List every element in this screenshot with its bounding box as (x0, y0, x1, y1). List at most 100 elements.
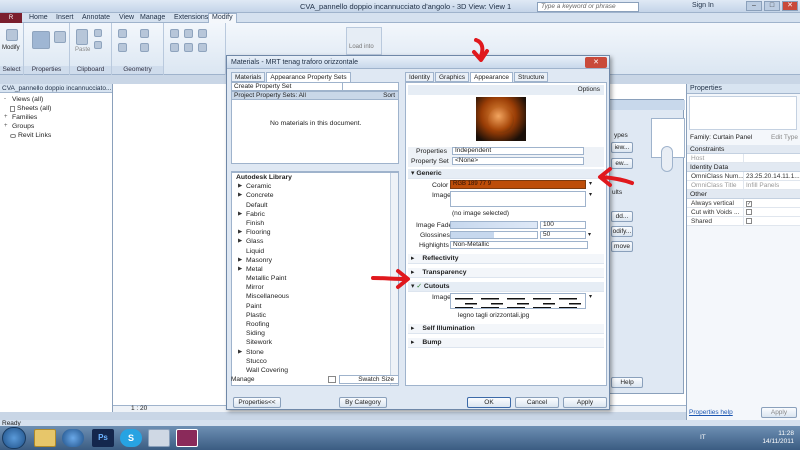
help-button[interactable]: Help (611, 377, 643, 388)
cut-geometry-icon[interactable] (118, 43, 127, 52)
language-indicator[interactable]: IT (700, 434, 706, 441)
material-preview[interactable] (476, 97, 526, 141)
cancel-button[interactable]: Cancel (515, 397, 559, 408)
tree-item-views[interactable]: - Views (all) (0, 95, 112, 104)
load-into-project-button[interactable]: Load into (346, 27, 382, 55)
library-item[interactable]: Default (232, 201, 398, 210)
tree-item-revit-links[interactable]: Revit Links (0, 131, 112, 140)
paste-icon[interactable] (76, 29, 88, 45)
cutouts-filename[interactable]: legno tagli orizzontali.jpg (458, 312, 529, 319)
tree-item-sheets[interactable]: Sheets (all) (0, 104, 112, 113)
maximize-button[interactable]: □ (764, 1, 780, 11)
type-properties-icon[interactable] (54, 31, 66, 43)
tab-annotate[interactable]: Annotate (79, 14, 113, 21)
cut-icon[interactable] (94, 29, 102, 37)
color-swatch[interactable]: RGB 189 77 9 (450, 180, 586, 189)
dialog-close-button[interactable]: ✕ (585, 57, 607, 68)
media-player-icon[interactable] (62, 429, 84, 447)
section-cutouts[interactable]: ▾ ✓ Cutouts (408, 282, 604, 292)
cut-with-voids-checkbox[interactable] (746, 209, 752, 215)
start-button[interactable] (2, 427, 26, 449)
library-item[interactable]: Roofing (232, 320, 398, 329)
properties-help-link[interactable]: Properties help (689, 409, 733, 416)
mirror-icon[interactable] (198, 29, 207, 38)
move-icon[interactable] (170, 43, 179, 52)
join-icon[interactable] (140, 29, 149, 38)
clock[interactable]: 11:28 14/11/2011 (762, 430, 794, 446)
tab-view[interactable]: View (116, 14, 137, 21)
expand-icon[interactable]: + (4, 113, 10, 122)
expand-arrow-icon[interactable]: ▶ (238, 265, 242, 274)
swatch-size-button[interactable]: Swatch Size (339, 375, 399, 384)
library-item[interactable]: Paint (232, 302, 398, 311)
library-item[interactable]: Siding (232, 329, 398, 338)
modify-icon[interactable] (6, 29, 18, 41)
search-input[interactable]: Type a keyword or phrase (537, 2, 639, 12)
library-root[interactable]: Autodesk Library (232, 173, 398, 182)
library-item[interactable]: Stucco (232, 357, 398, 366)
image-dropdown-icon[interactable]: ▾ (589, 191, 592, 198)
bg-button[interactable]: dd... (611, 211, 633, 222)
highlights-select[interactable]: Non-Metallic (450, 241, 588, 249)
sort-button[interactable]: Sort (383, 92, 398, 99)
tree-item-families[interactable]: + Families (0, 113, 112, 122)
section-transparency[interactable]: ▸ Transparency (408, 268, 604, 278)
photoshop-icon[interactable]: Ps (92, 429, 114, 447)
shared-checkbox[interactable] (746, 218, 752, 224)
bg-button[interactable]: move (611, 241, 633, 252)
view-scale[interactable]: 1 : 20 (131, 405, 147, 412)
image-slot[interactable] (450, 191, 586, 207)
cutouts-image-thumbnail[interactable] (450, 293, 586, 309)
revit-taskbar-icon[interactable] (176, 429, 198, 447)
library-item[interactable]: Liquid (232, 247, 398, 256)
tab-modify[interactable]: Modify (208, 13, 237, 23)
offset-icon[interactable] (184, 29, 193, 38)
bg-button[interactable]: iew... (611, 142, 633, 153)
check-icon[interactable]: ✓ (416, 283, 422, 290)
glossiness-slider[interactable] (450, 231, 538, 239)
library-item[interactable]: Sitework (232, 338, 398, 347)
properties-select[interactable]: Independent (452, 147, 584, 155)
tab-home[interactable]: Home (26, 14, 51, 21)
tab-appearance[interactable]: Appearance (469, 72, 514, 82)
tab-materials[interactable]: Materials (231, 72, 266, 82)
manage-button[interactable]: Manage (231, 376, 255, 383)
section-reflectivity[interactable]: ▸ Reflectivity (408, 254, 604, 264)
apply-button[interactable]: Apply (563, 397, 607, 408)
image-fade-value[interactable]: 100 (540, 221, 586, 229)
section-other[interactable]: Other (687, 190, 800, 199)
image-fade-slider[interactable] (450, 221, 538, 229)
expand-arrow-icon[interactable]: ▶ (238, 256, 242, 265)
section-identity-data[interactable]: Identity Data (687, 163, 800, 172)
library-item[interactable]: ▶ Concrete (232, 191, 398, 200)
app-icon[interactable] (148, 429, 170, 447)
explorer-icon[interactable] (34, 429, 56, 447)
properties-toggle-button[interactable]: Properties<< (233, 397, 281, 408)
application-menu-button[interactable]: R (0, 13, 22, 23)
properties-icon[interactable] (32, 31, 50, 49)
expand-icon[interactable]: + (4, 122, 10, 131)
expand-arrow-icon[interactable]: ▶ (238, 348, 242, 357)
family-selector[interactable]: Family: Curtain Panel (690, 133, 752, 143)
expand-arrow-icon[interactable]: ▶ (238, 191, 242, 200)
ok-button[interactable]: OK (467, 397, 511, 408)
library-item[interactable]: Miscellaneous (232, 292, 398, 301)
section-self-illumination[interactable]: ▸ Self Illumination (408, 324, 604, 334)
tree-item-groups[interactable]: + Groups (0, 122, 112, 131)
tab-graphics[interactable]: Graphics (434, 72, 469, 82)
edit-type-button[interactable]: Edit Type (771, 133, 798, 143)
tab-manage[interactable]: Manage (137, 14, 168, 21)
always-vertical-checkbox[interactable]: ✓ (746, 201, 752, 207)
navigation-wheel-icon[interactable] (661, 146, 673, 172)
expand-arrow-icon[interactable]: ▶ (238, 210, 242, 219)
property-set-select[interactable]: <None> (452, 157, 584, 165)
sign-in-link[interactable]: Sign In (692, 2, 714, 9)
library-item[interactable]: Plastic (232, 311, 398, 320)
options-menu[interactable]: Options (578, 86, 600, 93)
tab-appearance-property-sets[interactable]: Appearance Property Sets (266, 72, 351, 82)
prop-value[interactable]: 23.25.20.14.11.1... (743, 172, 800, 180)
trim-icon[interactable] (198, 43, 207, 52)
by-category-button[interactable]: By Category (339, 397, 387, 408)
tab-structure[interactable]: Structure (514, 72, 549, 82)
close-button[interactable]: ✕ (782, 1, 798, 11)
